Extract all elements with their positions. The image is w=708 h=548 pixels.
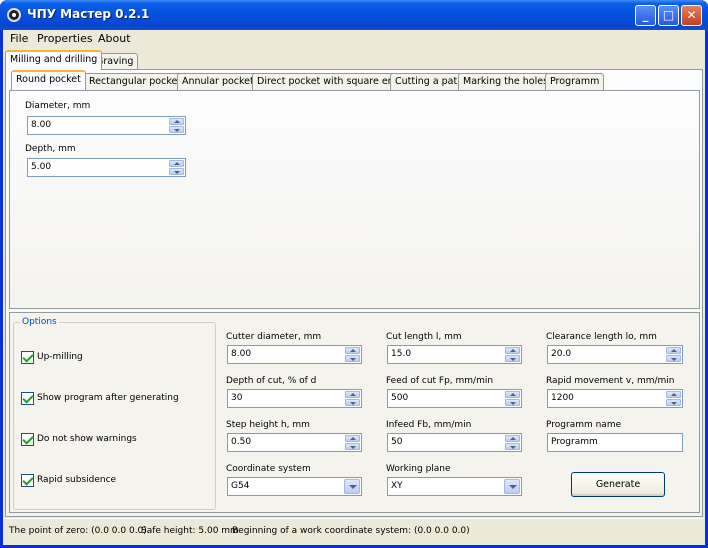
rapid-subsidence-label: Rapid subsidence [37,475,117,485]
working-plane-select[interactable]: XY [387,477,522,496]
spin-down-icon[interactable] [169,126,184,133]
status-safe-height: Safe height: 5.00 mm [141,526,239,536]
rapid-movement-input[interactable]: 1200 [547,389,683,408]
no-warnings-checkbox[interactable] [21,433,34,446]
step-height-input[interactable]: 0.50 [227,433,362,452]
spin-up-icon[interactable] [666,347,681,354]
chevron-down-icon[interactable] [344,479,360,494]
spin-up-icon[interactable] [345,391,360,398]
infeed-label: Infeed Fb, mm/min [386,420,472,430]
spin-up-icon[interactable] [505,435,520,442]
depth-label: Depth, mm [25,144,76,154]
step-height-label: Step height h, mm [226,420,310,430]
clearance-input[interactable]: 20.0 [547,345,683,364]
cutter-diameter-input[interactable]: 8.00 [227,345,362,364]
spin-up-icon[interactable] [666,391,681,398]
program-name-input[interactable]: Programm [547,433,683,452]
rapid-movement-label: Rapid movement v, mm/min [546,376,675,386]
spin-down-icon[interactable] [505,443,520,450]
spin-down-icon[interactable] [505,355,520,362]
spin-down-icon[interactable] [345,355,360,362]
spin-down-icon[interactable] [345,443,360,450]
cutter-diameter-label: Cutter diameter, mm [226,332,322,342]
coordinate-system-label: Coordinate system [226,464,311,474]
spin-up-icon[interactable] [505,347,520,354]
show-program-checkbox[interactable] [21,392,34,405]
status-work-coordinate: Beginning of a work coordinate system: (… [232,526,470,536]
diameter-input[interactable]: 8.00 [27,116,186,135]
status-zero-point: The point of zero: (0.0 0.0 0.0) [9,526,147,536]
minimize-button[interactable]: _ [635,5,656,26]
spin-up-icon[interactable] [345,347,360,354]
tab-marking-the-holes[interactable]: Marking the holes [458,73,554,90]
spin-down-icon[interactable] [666,399,681,406]
spin-up-icon[interactable] [169,118,184,125]
close-button[interactable]: ✕ [681,5,702,26]
up-milling-checkbox[interactable] [21,351,34,364]
no-warnings-label: Do not show warnings [37,434,137,444]
depth-input[interactable]: 5.00 [27,158,186,177]
spin-down-icon[interactable] [505,399,520,406]
spin-up-icon[interactable] [505,391,520,398]
tab-cutting-a-path[interactable]: Cutting a path [390,73,469,90]
menu-about[interactable]: About [95,32,134,45]
options-group: Options Up-milling Show program after ge… [13,317,216,510]
program-name-label: Programm name [546,420,622,430]
client-area: File Properties About Milling and drilli… [3,30,705,545]
status-bar: The point of zero: (0.0 0.0 0.0) Safe he… [3,518,705,545]
show-program-label: Show program after generating [37,393,179,403]
menu-properties[interactable]: Properties [34,32,96,45]
tab-programm[interactable]: Programm [545,73,605,90]
feed-input[interactable]: 500 [387,389,522,408]
settings-panel: Options Up-milling Show program after ge… [9,312,700,513]
app-icon[interactable] [7,8,21,22]
window-title: ЧПУ Мастер 0.2.1 [27,7,150,21]
options-title: Options [20,317,59,327]
menu-bar: File Properties About [3,30,705,49]
diameter-label: Diameter, mm [25,101,91,111]
rapid-subsidence-checkbox[interactable] [21,474,34,487]
spin-down-icon[interactable] [169,168,184,175]
round-pocket-panel: Diameter, mm 8.00 Depth, mm 5.00 [9,90,700,309]
spin-down-icon[interactable] [345,399,360,406]
cut-length-label: Cut length l, mm [386,332,462,342]
up-milling-label: Up-milling [37,352,83,362]
tab-direct-pocket[interactable]: Direct pocket with square ends [252,73,410,90]
maximize-button[interactable]: □ [658,5,679,26]
app-window: ЧПУ Мастер 0.2.1 _ □ ✕ File Properties A… [0,0,708,548]
spin-up-icon[interactable] [169,160,184,167]
infeed-input[interactable]: 50 [387,433,522,452]
main-tab-panel: Round pocket Rectangular pocket Annular … [5,69,703,517]
spin-down-icon[interactable] [666,355,681,362]
depth-of-cut-label: Depth of cut, % of d [226,376,317,386]
spin-up-icon[interactable] [345,435,360,442]
tab-milling-and-drilling[interactable]: Milling and drilling [5,50,103,70]
generate-button[interactable]: Generate [571,472,665,497]
depth-of-cut-input[interactable]: 30 [227,389,362,408]
tab-rectangular-pocket[interactable]: Rectangular pocket [84,73,187,90]
chevron-down-icon[interactable] [504,479,520,494]
working-plane-label: Working plane [386,464,451,474]
title-bar[interactable]: ЧПУ Мастер 0.2.1 _ □ ✕ [0,0,708,30]
tab-annular-pocket[interactable]: Annular pocket [177,73,259,90]
cut-length-input[interactable]: 15.0 [387,345,522,364]
tab-round-pocket[interactable]: Round pocket [11,70,86,90]
feed-label: Feed of cut Fp, mm/min [386,376,494,386]
clearance-label: Clearance length lo, mm [546,332,657,342]
menu-file[interactable]: File [7,32,31,45]
coordinate-system-select[interactable]: G54 [227,477,362,496]
